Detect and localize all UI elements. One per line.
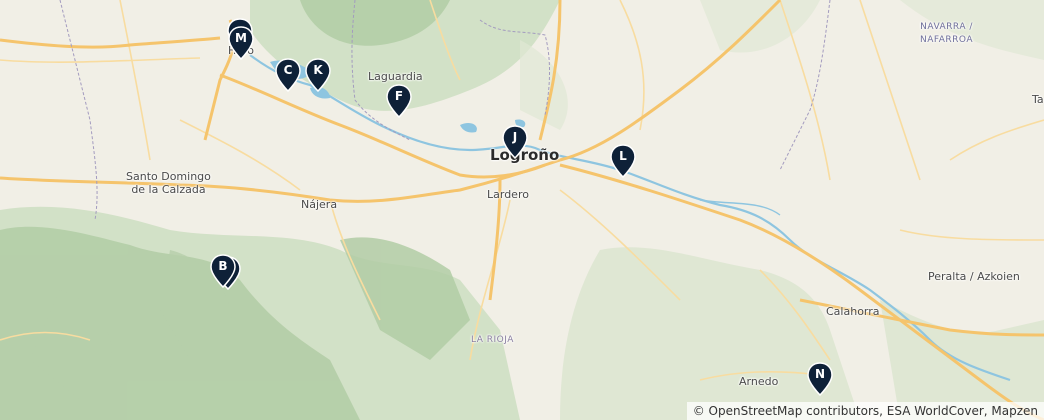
marker-label: K [313, 63, 323, 77]
marker-label: B [218, 259, 228, 273]
place-label-calahorra: Calahorra [826, 305, 880, 318]
map-marker-m[interactable]: M [228, 26, 254, 60]
place-label-santo-domingo: Santo Domingo de la Calzada [126, 170, 211, 196]
map-marker-n[interactable]: N [807, 362, 833, 396]
map-marker-k[interactable]: K [305, 58, 331, 92]
place-label-peralta: Peralta / Azkoien [928, 270, 1020, 283]
marker-label: N [814, 367, 826, 381]
map-attribution[interactable]: © OpenStreetMap contributors, ESA WorldC… [686, 402, 1044, 420]
region-label-navarra: NAVARRA / NAFARROA [920, 22, 973, 45]
place-label-lardero: Lardero [487, 188, 529, 201]
place-label-laguardia: Laguardia [368, 70, 423, 83]
marker-label: C [283, 63, 293, 77]
place-label-arnedo: Arnedo [739, 375, 779, 388]
marker-label: F [394, 89, 404, 103]
map-marker-b[interactable]: B [210, 254, 236, 288]
map-marker-f[interactable]: F [386, 84, 412, 118]
map-base-layer [0, 0, 1044, 420]
map-marker-c[interactable]: C [275, 58, 301, 92]
place-label-najera: Nájera [301, 198, 338, 211]
marker-label: M [235, 31, 247, 45]
marker-label: J [512, 130, 518, 144]
place-label-ta: Ta [1032, 93, 1044, 106]
map-view[interactable]: Haro Laguardia Logroño Santo Domingo de … [0, 0, 1044, 420]
map-marker-j[interactable]: J [502, 125, 528, 159]
marker-label: L [619, 149, 627, 163]
region-label-la-rioja: LA RIOJA [471, 335, 514, 345]
map-marker-l[interactable]: L [610, 144, 636, 178]
